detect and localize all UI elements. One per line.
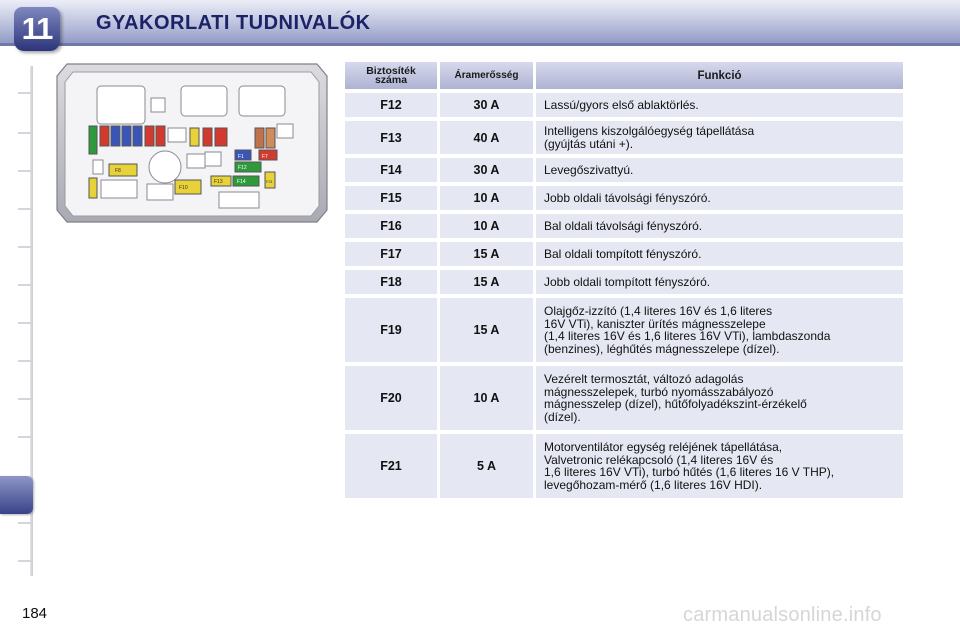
function-line: 1,6 literes 16V VTi), turbó hűtés (1,6 l…: [544, 465, 835, 479]
function-line: Motorventilátor egység reléjének tápellá…: [544, 440, 783, 454]
header-fuse-number: Biztosíték száma: [345, 62, 437, 89]
fusebox-label: F10: [179, 185, 188, 191]
function-line: Levegőszivattyú.: [544, 162, 634, 177]
fusebox-illustration: F1 F12 F14 F13 F7 F8 F10 F21: [56, 63, 328, 223]
function-line: Bal oldali távolsági fényszóró.: [544, 218, 703, 233]
watermark: carmanualsonline.info: [683, 604, 882, 626]
amperage-cell: 10 A: [440, 186, 533, 210]
function-line: Jobb oldali távolsági fényszóró.: [544, 190, 711, 205]
active-chapter-tab[interactable]: [0, 476, 33, 514]
table-row: F17 15 A Bal oldali tompított fényszóró.: [345, 242, 905, 266]
fuse-number-cell: F20: [345, 366, 437, 430]
function-cell: Bal oldali távolsági fényszóró.: [536, 214, 903, 238]
tab-notch[interactable]: [18, 246, 32, 248]
amperage-cell: 30 A: [440, 93, 533, 117]
function-cell: Olajgőz-izzító (1,4 literes 16V és 1,6 l…: [536, 298, 903, 362]
fuse-number-cell: F16: [345, 214, 437, 238]
fuse-number-cell: F12: [345, 93, 437, 117]
table-row: F16 10 A Bal oldali távolsági fényszóró.: [345, 214, 905, 238]
amperage-cell: 10 A: [440, 214, 533, 238]
fusebox-label: F13: [214, 179, 223, 185]
function-line: Olajgőz-izzító (1,4 literes 16V és 1,6 l…: [544, 304, 773, 318]
fuse-number-cell: F13: [345, 121, 437, 154]
page-title: GYAKORLATI TUDNIVALÓK: [96, 12, 371, 34]
tab-notch[interactable]: [18, 522, 32, 524]
function-cell: Intelligens kiszolgálóegység tápellátása…: [536, 121, 903, 154]
function-line: Jobb oldali tompított fényszóró.: [544, 274, 711, 289]
function-line: (benzines), léghűtés mágnesszelepe (díze…: [544, 341, 780, 356]
table-header: Biztosíték száma Áramerősség Funkció: [345, 62, 905, 89]
function-cell: Jobb oldali tompított fényszóró.: [536, 270, 903, 294]
chapter-tab-strip: [0, 66, 34, 576]
amperage-cell: 40 A: [440, 121, 533, 154]
table-row: F21 5 A Motorventilátor egység reléjének t…: [345, 434, 905, 498]
amperage-cell: 5 A: [440, 434, 533, 498]
fusebox-label: F12: [238, 165, 247, 171]
chapter-badge: 11: [14, 7, 60, 51]
tab-notch[interactable]: [18, 322, 32, 324]
fuse-number-cell: F19: [345, 298, 437, 362]
table-row: F14 30 A Levegőszivattyú.: [345, 158, 905, 182]
function-line: mágnesszelep (dízel), hűtőfolyadékszint-…: [544, 397, 807, 411]
fusebox-label: F14: [237, 179, 246, 185]
table-row: F12 30 A Lassú/gyors első ablaktörlés.: [345, 93, 905, 117]
fusebox-label: F8: [115, 168, 121, 174]
tab-notch[interactable]: [18, 436, 32, 438]
amperage-cell: 15 A: [440, 270, 533, 294]
header-amperage: Áramerősség: [440, 62, 533, 89]
fusebox-label: F1: [238, 154, 244, 160]
tab-notch[interactable]: [18, 170, 32, 172]
function-cell: Vezérelt termosztát, változó adagolás mág…: [536, 366, 903, 430]
function-cell: Bal oldali tompított fényszóró.: [536, 242, 903, 266]
function-cell: Levegőszivattyú.: [536, 158, 903, 182]
function-cell: Lassú/gyors első ablaktörlés.: [536, 93, 903, 117]
table-row: F19 15 A Olajgőz-izzító (1,4 literes 16V é…: [345, 298, 905, 362]
function-line: (dízel).: [544, 409, 581, 424]
header-function: Funkció: [536, 62, 903, 89]
amperage-cell: 10 A: [440, 366, 533, 430]
tab-notch[interactable]: [18, 398, 32, 400]
page-number: 184: [22, 605, 48, 622]
tab-notch[interactable]: [18, 560, 32, 562]
fusebox-label: F7: [262, 154, 268, 160]
function-line: Lassú/gyors első ablaktörlés.: [544, 97, 699, 112]
function-line: (1,4 literes 16V és 1,6 literes 16V VTi)…: [544, 329, 831, 343]
amperage-cell: 30 A: [440, 158, 533, 182]
function-cell: Motorventilátor egység reléjének tápellá…: [536, 434, 903, 498]
fusebox-label: F21: [266, 179, 274, 184]
function-line: Intelligens kiszolgálóegység tápellátása: [544, 124, 755, 138]
table-row: F15 10 A Jobb oldali távolsági fényszóró.: [345, 186, 905, 210]
fuse-number-cell: F15: [345, 186, 437, 210]
tab-notch[interactable]: [18, 360, 32, 362]
table-row: F18 15 A Jobb oldali tompított fényszóró.: [345, 270, 905, 294]
function-line: (gyújtás utáni +).: [544, 136, 634, 151]
fuse-number-cell: F21: [345, 434, 437, 498]
header-fuse-line2: száma: [374, 73, 408, 86]
function-line: Bal oldali tompított fényszóró.: [544, 246, 702, 261]
table-row: F20 10 A Vezérelt termosztát, változó adag…: [345, 366, 905, 430]
tab-notch[interactable]: [18, 284, 32, 286]
fuse-table: Biztosíték száma Áramerősség Funkció F12…: [345, 62, 905, 502]
fuse-number-cell: F14: [345, 158, 437, 182]
amperage-cell: 15 A: [440, 298, 533, 362]
fuse-number-cell: F17: [345, 242, 437, 266]
function-cell: Jobb oldali távolsági fényszóró.: [536, 186, 903, 210]
amperage-cell: 15 A: [440, 242, 533, 266]
function-line: levegőhozam-mérő (1,6 literes 16V HDI).: [544, 477, 763, 492]
tab-notch[interactable]: [18, 92, 32, 94]
fusebox-diagram: F1 F12 F14 F13 F7 F8 F10 F21: [55, 62, 329, 225]
tab-notch[interactable]: [18, 132, 32, 134]
table-body: F12 30 A Lassú/gyors első ablaktörlés. F13 4…: [345, 93, 905, 498]
tab-notch[interactable]: [18, 208, 32, 210]
function-line: Vezérelt termosztát, változó adagolás: [544, 372, 744, 386]
fuse-number-cell: F18: [345, 270, 437, 294]
table-row: F13 40 A Intelligens kiszolgálóegység tápe…: [345, 121, 905, 154]
